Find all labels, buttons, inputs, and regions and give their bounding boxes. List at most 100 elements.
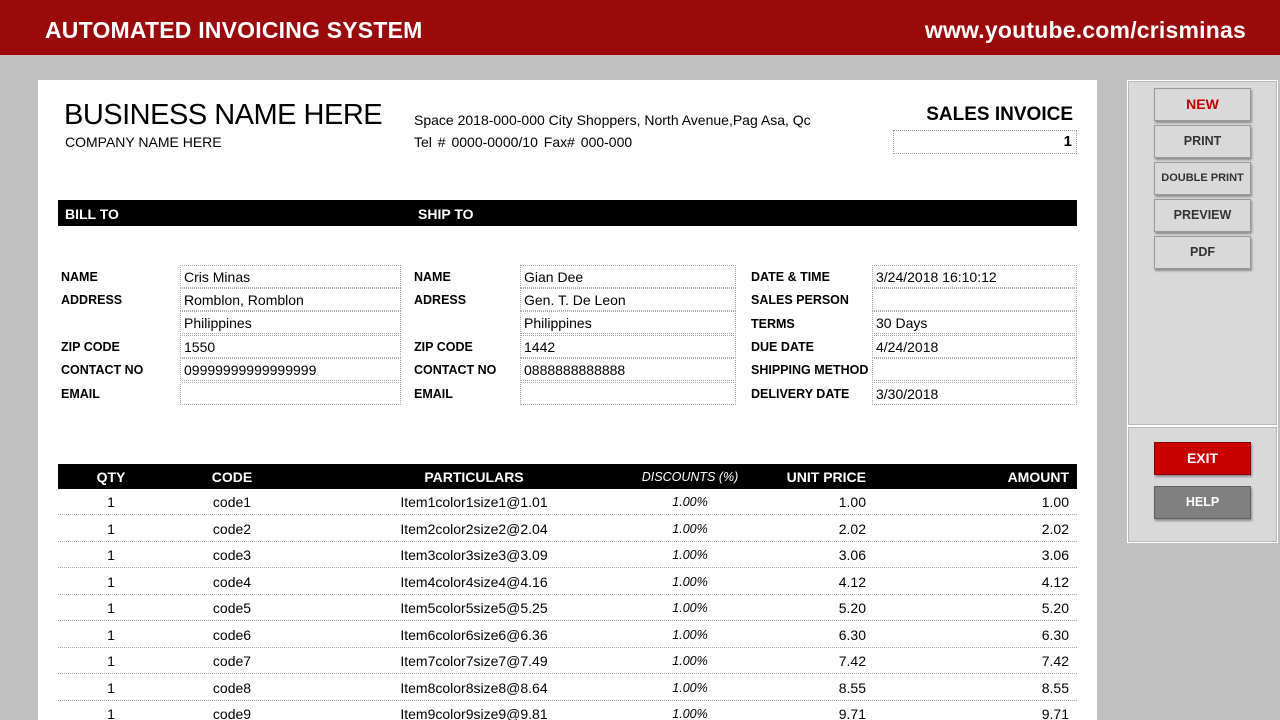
- row-unit-price: 2.02: [838, 521, 866, 537]
- row-code: code8: [212, 680, 252, 696]
- ship-address-line2-field[interactable]: Philippines: [520, 311, 736, 334]
- row-unit-price: 5.20: [838, 600, 866, 616]
- bill-name-label: NAME: [61, 270, 98, 284]
- row-code: code2: [212, 521, 252, 537]
- business-phone: Tel # 0000-0000/10 Fax# 000-000: [414, 134, 633, 150]
- row-amount: 7.42: [1041, 653, 1069, 669]
- row-amount: 3.06: [1041, 547, 1069, 563]
- invoice-number-field[interactable]: 1: [893, 130, 1077, 154]
- col-particulars: PARTICULARS: [424, 469, 524, 485]
- ship-email-label: EMAIL: [414, 387, 453, 401]
- row-particulars: Item5color5size5@5.25: [400, 600, 548, 616]
- bill-email-field[interactable]: [180, 382, 401, 405]
- bill-to-heading: BILL TO: [65, 206, 119, 222]
- exit-button[interactable]: EXIT: [1154, 442, 1251, 475]
- row-discount: 1.00%: [672, 522, 708, 536]
- app-banner: AUTOMATED INVOICING SYSTEM www.youtube.c…: [0, 0, 1280, 55]
- new-button[interactable]: NEW: [1154, 88, 1251, 121]
- ship-address-line1-field[interactable]: Gen. T. De Leon: [520, 288, 736, 311]
- ship-zip-label: ZIP CODE: [414, 340, 473, 354]
- table-row[interactable]: 1 code7 Item7color7size7@7.49 1.00% 7.42…: [58, 648, 1077, 674]
- col-unit-price: UNIT PRICE: [786, 469, 866, 485]
- row-code: code5: [212, 600, 252, 616]
- table-row[interactable]: 1 code2 Item2color2size2@2.04 1.00% 2.02…: [58, 516, 1077, 542]
- row-code: code6: [212, 627, 252, 643]
- bill-contact-field[interactable]: 09999999999999999: [180, 358, 401, 381]
- row-discount: 1.00%: [672, 628, 708, 642]
- pdf-button[interactable]: PDF: [1154, 236, 1251, 269]
- table-row[interactable]: 1 code6 Item6color6size6@6.36 1.00% 6.30…: [58, 622, 1077, 648]
- datetime-label: DATE & TIME: [751, 270, 830, 284]
- col-discounts: DISCOUNTS (%): [641, 470, 739, 484]
- ship-contact-label: CONTACT NO: [414, 363, 497, 377]
- row-amount: 4.12: [1041, 574, 1069, 590]
- double-print-button[interactable]: DOUBLE PRINT: [1154, 162, 1251, 195]
- row-qty: 1: [107, 627, 115, 643]
- row-amount: 6.30: [1041, 627, 1069, 643]
- salesperson-label: SALES PERSON: [751, 293, 849, 307]
- row-amount: 8.55: [1041, 680, 1069, 696]
- row-discount: 1.00%: [672, 654, 708, 668]
- terms-field[interactable]: 30 Days: [872, 311, 1077, 334]
- ship-name-field[interactable]: Gian Dee: [520, 265, 736, 288]
- ship-name-label: NAME: [414, 270, 451, 284]
- delivery-date-field[interactable]: 3/30/2018: [872, 382, 1077, 405]
- invoice-sheet: BUSINESS NAME HERE COMPANY NAME HERE Spa…: [38, 80, 1097, 720]
- row-discount: 1.00%: [672, 575, 708, 589]
- due-date-field[interactable]: 4/24/2018: [872, 335, 1077, 358]
- action-panel: NEW PRINT DOUBLE PRINT PREVIEW PDF: [1127, 80, 1278, 426]
- row-amount: 9.71: [1041, 706, 1069, 720]
- row-code: code7: [212, 653, 252, 669]
- ship-zip-field[interactable]: 1442: [520, 335, 736, 358]
- row-code: code1: [212, 494, 252, 510]
- row-discount: 1.00%: [672, 495, 708, 509]
- help-button[interactable]: HELP: [1154, 486, 1251, 519]
- table-row[interactable]: 1 code1 Item1color1size1@1.01 1.00% 1.00…: [58, 489, 1077, 515]
- bill-ship-header: BILL TO SHIP TO: [58, 200, 1077, 226]
- row-unit-price: 4.12: [838, 574, 866, 590]
- row-particulars: Item4color4size4@4.16: [400, 574, 548, 590]
- row-unit-price: 6.30: [838, 627, 866, 643]
- row-amount: 1.00: [1041, 494, 1069, 510]
- table-row[interactable]: 1 code3 Item3color3size3@3.09 1.00% 3.06…: [58, 542, 1077, 568]
- row-particulars: Item3color3size3@3.09: [400, 547, 548, 563]
- row-particulars: Item8color8size8@8.64: [400, 680, 548, 696]
- col-qty: QTY: [96, 469, 126, 485]
- table-row[interactable]: 1 code8 Item8color8size8@8.64 1.00% 8.55…: [58, 675, 1077, 701]
- row-qty: 1: [107, 706, 115, 720]
- datetime-field[interactable]: 3/24/2018 16:10:12: [872, 265, 1077, 288]
- row-particulars: Item6color6size6@6.36: [400, 627, 548, 643]
- business-address: Space 2018-000-000 City Shoppers, North …: [414, 112, 811, 128]
- bill-name-field[interactable]: Cris Minas: [180, 265, 401, 288]
- shipping-method-field[interactable]: [872, 358, 1077, 381]
- ship-email-field[interactable]: [520, 382, 736, 405]
- table-row[interactable]: 1 code4 Item4color4size4@4.16 1.00% 4.12…: [58, 569, 1077, 595]
- ship-to-heading: SHIP TO: [418, 206, 474, 222]
- bill-zip-label: ZIP CODE: [61, 340, 120, 354]
- row-discount: 1.00%: [672, 548, 708, 562]
- print-button[interactable]: PRINT: [1154, 125, 1251, 158]
- col-code: CODE: [211, 469, 253, 485]
- row-qty: 1: [107, 653, 115, 669]
- table-row[interactable]: 1 code9 Item9color9size9@9.81 1.00% 9.71…: [58, 701, 1077, 720]
- delivery-date-label: DELIVERY DATE: [751, 387, 850, 401]
- row-unit-price: 9.71: [838, 706, 866, 720]
- ship-contact-field[interactable]: 0888888888888: [520, 358, 736, 381]
- row-discount: 1.00%: [672, 681, 708, 695]
- bill-address-line2-field[interactable]: Philippines: [180, 311, 401, 334]
- row-qty: 1: [107, 521, 115, 537]
- exit-panel: EXIT HELP: [1127, 426, 1278, 543]
- row-unit-price: 8.55: [838, 680, 866, 696]
- row-qty: 1: [107, 680, 115, 696]
- preview-button[interactable]: PREVIEW: [1154, 199, 1251, 232]
- salesperson-field[interactable]: [872, 288, 1077, 311]
- terms-label: TERMS: [751, 317, 795, 331]
- bill-address-line1-field[interactable]: Romblon, Romblon: [180, 288, 401, 311]
- bill-zip-field[interactable]: 1550: [180, 335, 401, 358]
- table-row[interactable]: 1 code5 Item5color5size5@5.25 1.00% 5.20…: [58, 595, 1077, 621]
- business-name: BUSINESS NAME HERE: [64, 99, 383, 131]
- bill-email-label: EMAIL: [61, 387, 100, 401]
- row-unit-price: 1.00: [838, 494, 866, 510]
- row-code: code9: [212, 706, 252, 720]
- row-code: code3: [212, 547, 252, 563]
